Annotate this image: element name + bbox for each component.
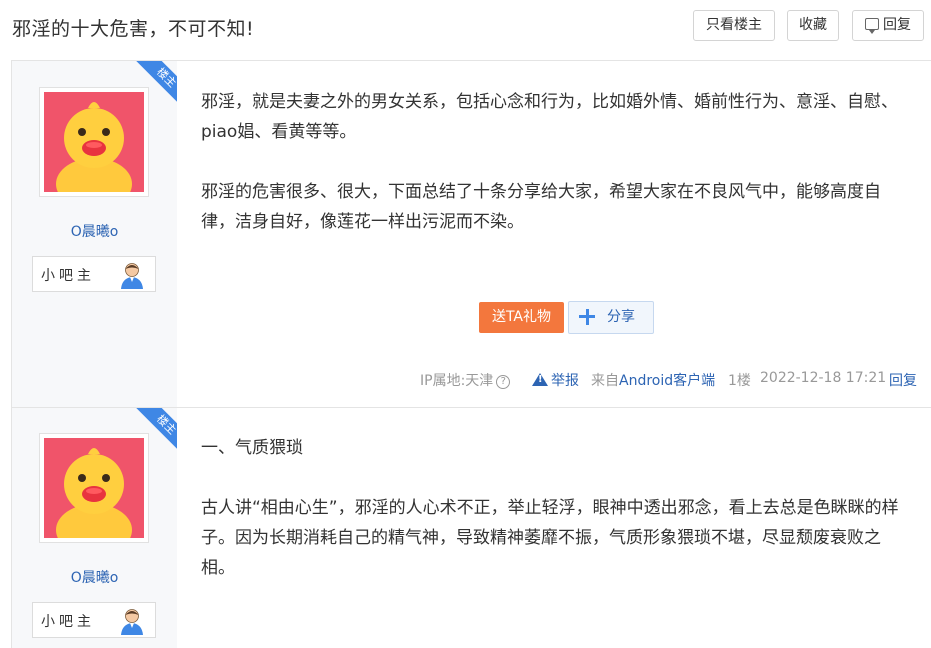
post-heading: 一、气质猥琐: [201, 438, 303, 458]
author-sidebar: 楼主 O晨曦o 小吧主: [12, 61, 177, 407]
warning-icon: [532, 373, 548, 386]
user-icon: [121, 263, 143, 289]
favorite-button[interactable]: 收藏: [787, 10, 839, 41]
avatar[interactable]: [39, 433, 149, 543]
user-icon: [121, 609, 143, 635]
avatar[interactable]: [39, 87, 149, 197]
report-label: 举报: [551, 373, 579, 389]
reply-button[interactable]: 回复: [852, 10, 924, 41]
only-op-button[interactable]: 只看楼主: [693, 10, 775, 41]
post-body: 一、气质猥琐 古人讲“相由心生”，邪淫的人心术不正，举止轻浮，眼神中透出邪念，看…: [201, 433, 901, 613]
post-timestamp: 2022-12-18 17:21: [760, 370, 887, 386]
post-source: 来自Android客户端: [591, 370, 715, 390]
duck-avatar-icon: [44, 438, 144, 538]
post-floor-2: 楼主 O晨曦o 小吧主 一、气质猥琐 古人讲“相由心生”，邪淫的人心术不正，举止…: [11, 407, 931, 648]
post-reply-link[interactable]: 回复: [889, 370, 917, 390]
post-paragraph: 古人讲“相由心生”，邪淫的人心术不正，举止轻浮，眼神中透出邪念，看上去总是色眯眯…: [201, 498, 899, 578]
author-sidebar: 楼主 O晨曦o 小吧主: [12, 408, 177, 648]
help-icon[interactable]: ?: [496, 375, 511, 389]
post-paragraph: 邪淫的危害很多、很大，下面总结了十条分享给大家，希望大家在不良风气中，能够高度自…: [201, 182, 881, 232]
post-floor-1: 楼主 O晨曦o 小吧主 邪淫，就是夫妻之外的男女关系，包括心念和行为，比如婚外情…: [11, 60, 931, 407]
author-username[interactable]: O晨曦o: [12, 567, 177, 587]
share-button[interactable]: 分享: [568, 301, 654, 334]
comment-icon: [865, 18, 879, 34]
rank-badge: 小吧主: [32, 256, 156, 292]
rank-badge: 小吧主: [32, 602, 156, 638]
send-gift-button[interactable]: 送TA礼物: [479, 302, 564, 333]
client-link[interactable]: Android客户端: [619, 373, 715, 389]
floor-number: 1楼: [728, 373, 751, 389]
post-body: 邪淫，就是夫妻之外的男女关系，包括心念和行为，比如婚外情、婚前性行为、意淫、自慰…: [201, 87, 901, 267]
rank-label: 小吧主: [41, 614, 95, 630]
reply-button-label: 回复: [883, 17, 911, 33]
source-prefix: 来自: [591, 373, 619, 389]
share-label: 分享: [607, 309, 635, 325]
ip-location: IP属地:天津?: [420, 370, 511, 390]
author-username[interactable]: O晨曦o: [12, 221, 177, 241]
thread-title: 邪淫的十大危害，不可不知!: [12, 18, 255, 40]
rank-label: 小吧主: [41, 268, 95, 284]
plus-icon: [579, 309, 595, 325]
post-paragraph: 邪淫，就是夫妻之外的男女关系，包括心念和行为，比如婚外情、婚前性行为、意淫、自慰…: [201, 92, 898, 142]
report-link[interactable]: 举报: [532, 370, 579, 390]
duck-avatar-icon: [44, 92, 144, 192]
thread-header: 邪淫的十大危害，不可不知! 只看楼主 收藏 回复: [0, 0, 931, 52]
ip-location-text: IP属地:天津: [420, 373, 494, 389]
